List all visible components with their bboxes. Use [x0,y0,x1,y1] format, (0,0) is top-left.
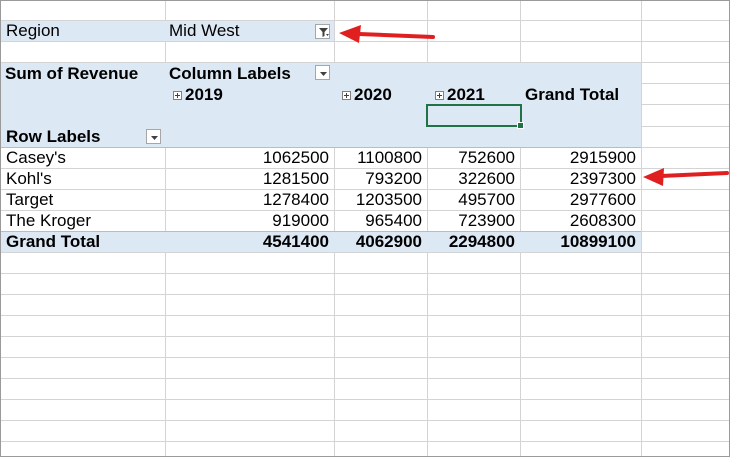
red-arrow-icon [643,168,729,186]
data-cell: 1062500 [262,148,329,167]
active-cell-selection[interactable] [426,104,524,129]
row-total-cell: 2397300 [569,169,636,188]
filter-funnel-icon [319,28,329,37]
spreadsheet-grid[interactable]: Region Mid West Sum of Revenue Column La… [0,0,730,457]
grand-total-label: Grand Total [6,232,101,251]
data-cell: 322600 [458,169,515,188]
column-header-2020: 2020 [354,85,392,104]
data-cell: 1278400 [262,190,329,209]
grand-total-overall-cell: 10899100 [560,232,636,251]
row-label: Kohl's [6,169,52,188]
data-cell: 752600 [458,148,515,167]
column-header-2021: 2021 [447,85,485,104]
row-label: Casey's [6,148,66,167]
column-header-2019: 2019 [185,85,223,104]
row-gridline [1,420,729,421]
row-total-cell: 2915900 [569,148,636,167]
column-header-grand-total: Grand Total [525,85,620,104]
data-cell: 723900 [458,211,515,230]
row-gridline [1,378,729,379]
data-cell: 965400 [365,211,422,230]
column-labels-dropdown[interactable] [315,65,330,80]
expand-plus-icon[interactable] [342,91,351,100]
row-label: The Kroger [6,211,92,230]
row-gridline [1,441,729,442]
column-labels-header: Column Labels [169,64,291,83]
data-cell: 1203500 [355,190,422,209]
chevron-down-icon [320,72,327,76]
row-total-cell: 2608300 [569,211,636,230]
filter-field-value: Mid West [169,21,240,40]
row-gridline [1,336,729,337]
data-cell: 919000 [272,211,329,230]
grand-total-cell: 4541400 [262,232,329,251]
red-arrow-icon [339,25,435,43]
row-gridline [1,252,729,253]
row-gridline [1,294,729,295]
row-total-cell: 2977600 [569,190,636,209]
data-cell: 793200 [365,169,422,188]
grand-total-cell: 2294800 [448,232,515,251]
row-labels-dropdown[interactable] [146,129,161,144]
chevron-down-icon [151,136,158,140]
value-field-header: Sum of Revenue [5,64,139,83]
row-label: Target [6,190,54,209]
expand-plus-icon[interactable] [173,91,182,100]
row-gridline [1,315,729,316]
grand-total-cell: 4062900 [355,232,422,251]
row-gridline [1,357,729,358]
data-cell: 495700 [458,190,515,209]
row-gridline [1,273,729,274]
data-cell: 1100800 [357,148,422,167]
row-gridline [1,399,729,400]
row-labels-header: Row Labels [6,127,101,146]
column-gridline [641,1,642,456]
fill-handle[interactable] [517,122,524,129]
filter-field-label: Region [6,21,60,40]
expand-plus-icon[interactable] [435,91,444,100]
data-cell: 1281500 [262,169,329,188]
filter-dropdown-button[interactable] [315,24,330,39]
